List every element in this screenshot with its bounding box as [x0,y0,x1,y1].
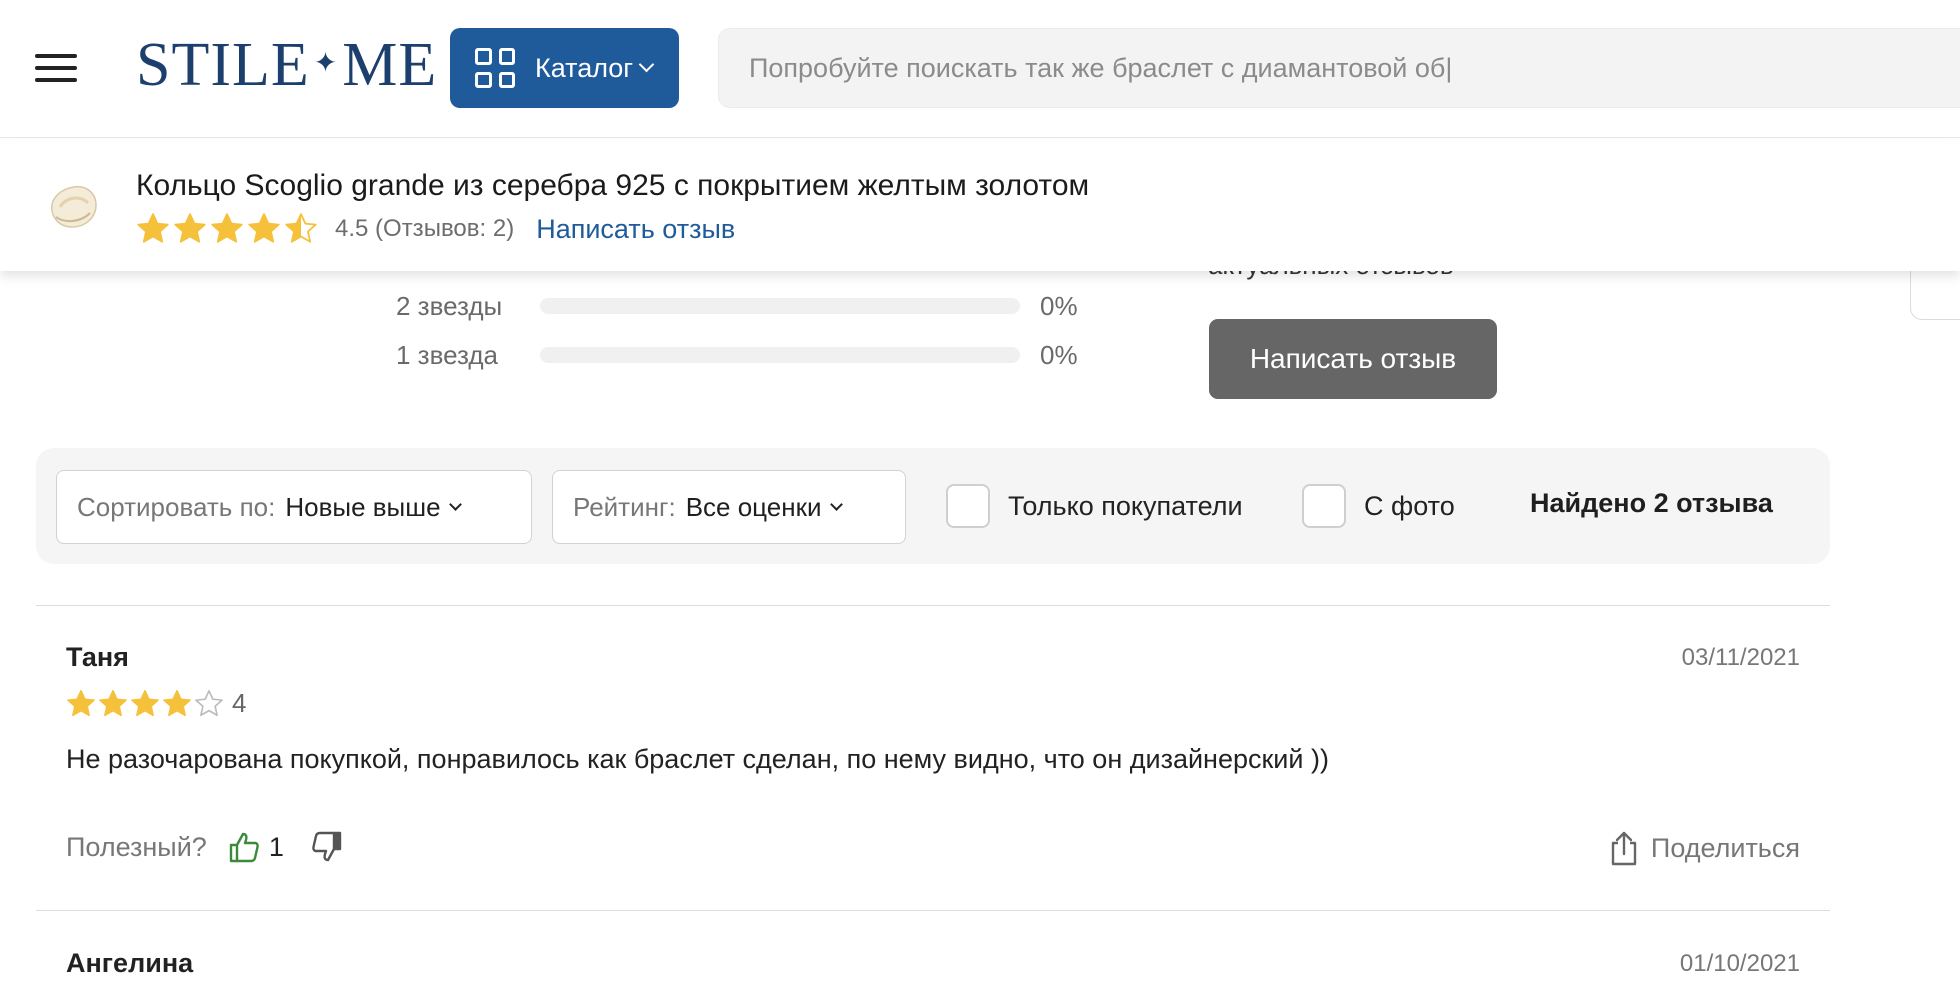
product-rating-stars [136,212,321,246]
star-full-icon [131,689,159,716]
thumbs-up-icon [229,832,259,863]
star-full-icon [137,213,169,243]
distribution-row-1: 1 звезда 0% [396,335,1078,375]
review-filters: Сортировать по: Новые выше Рейтинг: Все … [36,448,1830,564]
write-review-button[interactable]: Написать отзыв [1209,319,1497,399]
star-half-icon [285,213,317,243]
star-empty-icon [195,689,223,716]
share-label: Поделиться [1650,832,1800,863]
distribution-label: 2 звезды [396,290,503,321]
rating-key: Рейтинг: [573,491,676,522]
review-date: 01/10/2021 [1679,950,1800,977]
rating-summary-text: 4.5 (Отзывов: 2) [335,215,515,242]
like-count: 1 [268,831,284,862]
chevron-down-icon [638,56,655,72]
catalog-button[interactable]: Каталог [450,28,679,108]
rating-select[interactable]: Рейтинг: Все оценки [552,470,906,544]
review-rating-stars [66,689,226,719]
star-full-icon [248,213,280,243]
checkbox-box[interactable] [946,484,990,528]
with-photo-label: С фото [1364,490,1455,521]
site-header: STILE ✦ ME Каталог [0,0,1960,138]
helpful-row: Полезный? 1 [66,830,344,864]
menu-icon[interactable] [35,52,77,84]
product-title: Кольцо Scoglio grande из серебра 925 с п… [136,169,1090,202]
product-thumbnail [51,185,97,228]
product-rating-row: 4.5 (Отзывов: 2) Написать отзыв [136,209,735,249]
share-icon [1611,831,1637,866]
distribution-percent: 0% [1040,339,1078,370]
catalog-label: Каталог [535,52,634,83]
rating-value: Все оценки [685,491,822,522]
dislike-button[interactable] [310,830,344,864]
search-input[interactable] [749,52,1960,84]
logo-text-left: STILE [136,30,310,99]
helpful-label: Полезный? [66,831,207,862]
thumbs-down-icon [312,831,342,862]
distribution-label: 1 звезда [396,339,498,370]
sort-value: Новые выше [285,491,441,522]
buyers-only-checkbox[interactable]: Только покупатели [946,484,1243,528]
logo-star-icon: ✦ [313,48,339,79]
star-full-icon [163,689,191,716]
like-button[interactable]: 1 [227,830,310,864]
distribution-bar [540,347,1020,363]
star-full-icon [211,213,243,243]
chevron-down-icon [829,497,843,511]
review-rating-value: 4 [232,688,247,718]
search-box[interactable] [718,28,1960,108]
sort-select[interactable]: Сортировать по: Новые выше [56,470,532,544]
star-full-icon [67,689,95,716]
divider [36,605,1830,606]
chevron-down-icon [448,497,462,511]
site-logo[interactable]: STILE ✦ ME [136,30,437,100]
buyers-only-label: Только покупатели [1008,490,1243,521]
grid-icon [475,48,515,88]
star-full-icon [99,689,127,716]
sticky-product-bar: Кольцо Scoglio grande из серебра 925 с п… [0,139,1960,271]
review-date: 03/11/2021 [1681,644,1800,671]
distribution-percent: 0% [1040,290,1078,321]
sort-key: Сортировать по: [77,491,276,522]
divider [36,910,1830,911]
distribution-row-2: 2 звезды 0% [396,286,1078,326]
share-button[interactable]: Поделиться [1609,830,1800,866]
distribution-bar [540,298,1020,314]
reviews-found-count: Найдено 2 отзыва [1530,488,1773,518]
review-rating: 4 [66,688,246,719]
star-full-icon [174,213,206,243]
review-author: Таня [66,642,129,672]
logo-text-right: ME [342,30,438,99]
review-author: Ангелина [66,948,194,978]
write-review-link[interactable]: Написать отзыв [536,214,735,245]
checkbox-box[interactable] [1302,484,1346,528]
review-text: Не разочарована покупкой, понравилось ка… [66,744,1329,774]
with-photo-checkbox[interactable]: С фото [1302,484,1455,528]
